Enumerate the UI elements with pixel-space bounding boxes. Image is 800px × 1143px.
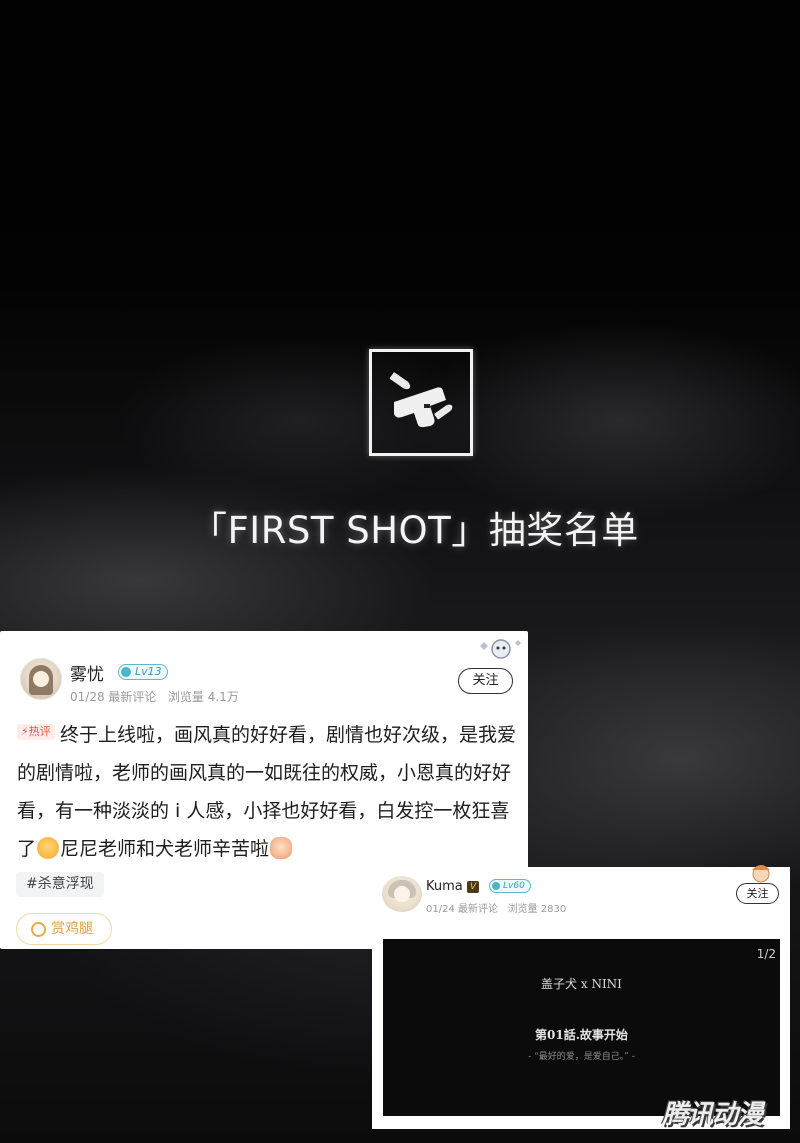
level-badge: Lv13 <box>118 664 168 680</box>
gun-logo-icon <box>369 349 473 456</box>
page-title: 「FIRST SHOT」抽奖名单 <box>190 509 639 552</box>
follow-button[interactable]: 关注 <box>458 668 513 694</box>
video-episode: 第01話.故事开始 <box>535 1028 628 1042</box>
post-meta: 01/24 最新评论 浏览量 2830 <box>426 904 567 915</box>
level-icon <box>121 667 131 677</box>
topic-tag[interactable]: #杀意浮现 <box>16 872 104 897</box>
hot-comment-badge: ⚡热评 <box>17 724 55 740</box>
vip-badge: V <box>467 881 480 893</box>
video-title: 盖子犬 x NINI <box>541 977 622 991</box>
avatar[interactable] <box>382 876 422 912</box>
decoration-mascot-icon <box>752 865 770 883</box>
decoration-mascot-icon <box>480 639 521 659</box>
drumstick-icon <box>31 922 46 937</box>
post-meta: 01/28 最新评论 浏览量 4.1万 <box>70 690 239 704</box>
username[interactable]: 雾忧 <box>70 660 104 685</box>
reward-button[interactable]: 赏鸡腿 <box>16 913 112 945</box>
level-icon <box>492 882 500 890</box>
carousel-pager[interactable] <box>570 1136 591 1143</box>
follow-button[interactable]: 关注 <box>736 883 779 904</box>
username[interactable]: Kuma <box>426 879 463 894</box>
emoji-icon <box>270 837 293 859</box>
avatar[interactable] <box>20 658 62 700</box>
video-quote: - “最好的爱，是爱自己。” - <box>528 1052 635 1062</box>
page-indicator: 1/2 <box>756 947 776 961</box>
comment-body: 终于上线啦，画风真的好好看，剧情也好次级，是我爱的剧情啦，老师的画风真的一如既往… <box>17 724 517 860</box>
flame-icon: ⚡ <box>21 725 29 738</box>
level-badge: Lv60 <box>489 879 531 893</box>
watermark-logo: 腾讯动漫 <box>662 1100 763 1130</box>
emoji-icon <box>37 837 60 859</box>
